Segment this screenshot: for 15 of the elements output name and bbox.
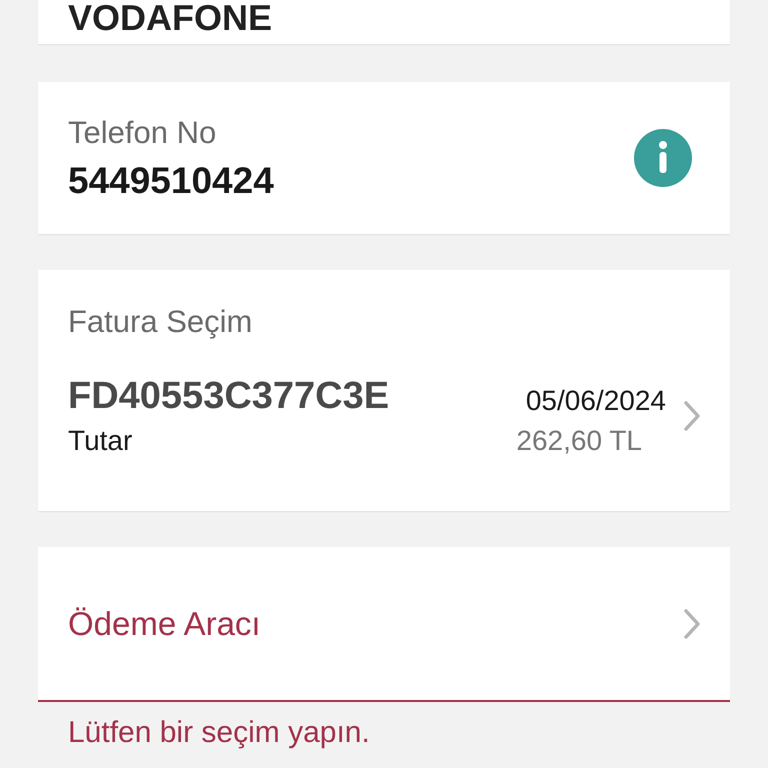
invoice-card[interactable]: Fatura Seçim FD40553C377C3E 05/06/2024 Tutar 262,60 TL bbox=[38, 270, 730, 511]
amount-value: 262,60 TL bbox=[516, 427, 642, 455]
info-icon[interactable] bbox=[634, 129, 692, 187]
payment-method-card[interactable]: Ödeme Aracı bbox=[38, 547, 730, 702]
field-label: Telefon No bbox=[68, 117, 218, 148]
invoice-number: FD40553C377C3E bbox=[68, 377, 390, 415]
chevron-right-icon bbox=[682, 608, 702, 640]
phone-number: 5449510424 bbox=[68, 162, 274, 199]
amount-label: Tutar bbox=[68, 427, 132, 455]
error-message: Lütfen bir seçim yapın. bbox=[67, 718, 371, 748]
invoice-date: 05/06/2024 bbox=[526, 387, 666, 415]
operator-name: VODAFONE bbox=[68, 0, 272, 36]
field-label: Fatura Seçim bbox=[68, 306, 254, 337]
chevron-right-icon bbox=[682, 400, 702, 432]
payment-method-label: Ödeme Aracı bbox=[68, 607, 261, 640]
